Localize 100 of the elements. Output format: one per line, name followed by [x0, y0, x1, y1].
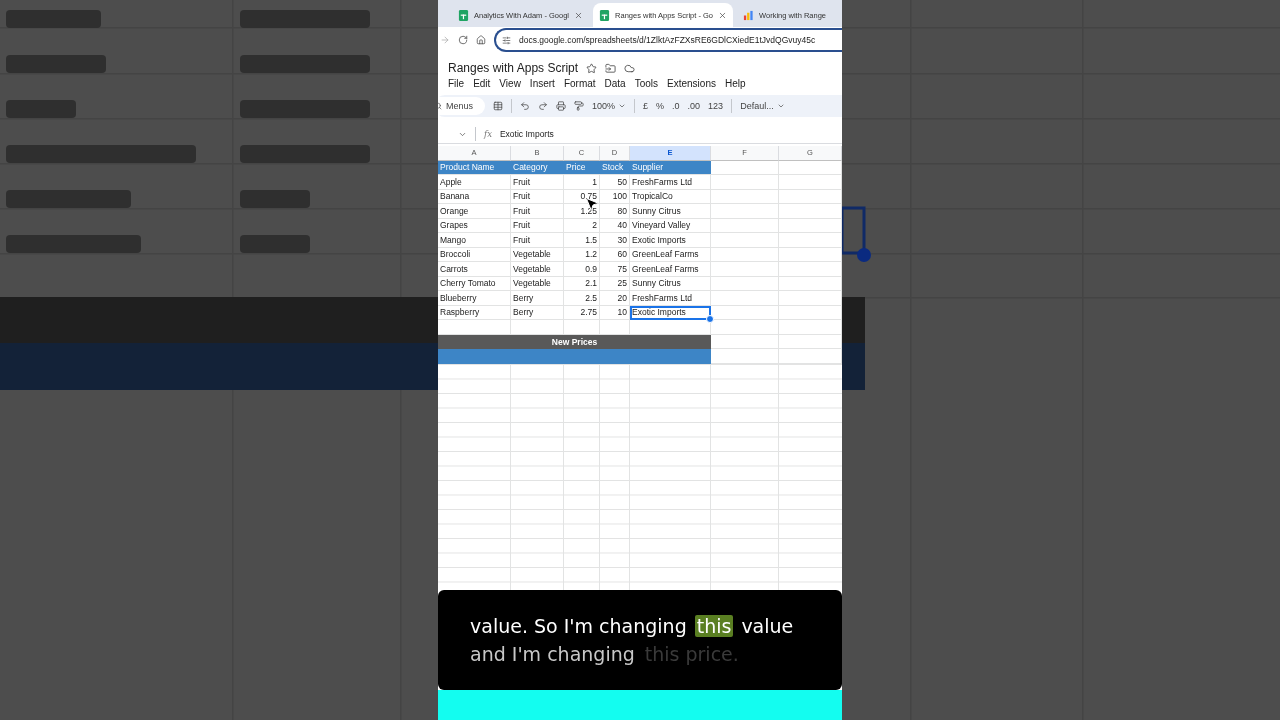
- spreadsheet-icon: [458, 9, 469, 21]
- undo-icon[interactable]: [520, 101, 530, 111]
- table-cell: 50: [600, 175, 630, 190]
- table-cell: Vegetable: [511, 262, 564, 277]
- menu-item[interactable]: Edit: [473, 78, 491, 89]
- search-field[interactable]: Menus: [438, 97, 485, 115]
- empty-cell: [711, 305, 779, 320]
- increase-decimals-button[interactable]: .00: [687, 101, 701, 111]
- table-cell: 30: [600, 233, 630, 248]
- table-cell: Fruit: [511, 189, 564, 204]
- subtitle-text: and I'm changing: [469, 643, 636, 665]
- table-cell: Orange: [438, 204, 511, 219]
- folder-icon[interactable]: [605, 62, 617, 74]
- table-cell: GreenLeaf Farms: [630, 247, 711, 262]
- empty-cell: [711, 175, 779, 190]
- table-cell: GreenLeaf Farms: [630, 262, 711, 277]
- empty-cell: [779, 218, 842, 233]
- address-bar[interactable]: docs.google.com/spreadsheets/d/1ZlktAzFZXsRE6GDlCXiedE1tJvdQGvuy45c: [494, 28, 842, 52]
- table-cell: Mango: [438, 233, 511, 248]
- table-cell: Broccoli: [438, 247, 511, 262]
- percent-button[interactable]: %: [656, 101, 665, 111]
- zoom-select[interactable]: 100%: [592, 101, 627, 111]
- currency-button[interactable]: £: [643, 101, 649, 111]
- table-cell: Apple: [438, 175, 511, 190]
- empty-cell: [564, 320, 600, 335]
- close-icon[interactable]: [718, 10, 727, 20]
- menu-item[interactable]: Tools: [634, 78, 659, 89]
- table-cell: 100: [600, 189, 630, 204]
- table-cell: 80: [600, 204, 630, 219]
- empty-cell: [711, 262, 779, 277]
- home-icon[interactable]: [476, 35, 486, 45]
- menu-item[interactable]: Extensions: [667, 78, 716, 89]
- formula-value[interactable]: Exotic Imports: [499, 129, 554, 139]
- table-cell: Vegetable: [511, 276, 564, 291]
- table-cell: 2.75: [564, 305, 600, 320]
- subtitle-text: value: [740, 615, 795, 637]
- table-cell: Blueberry: [438, 291, 511, 306]
- menu-item[interactable]: Insert: [529, 78, 555, 89]
- decrease-decimals-button[interactable]: .0: [672, 101, 680, 111]
- empty-cell: [779, 247, 842, 262]
- table-cell: Berry: [511, 291, 564, 306]
- table-icon[interactable]: [493, 101, 503, 111]
- table-cell: TropicalCo: [630, 189, 711, 204]
- table-cell: Exotic Imports: [630, 233, 711, 248]
- menu-item[interactable]: View: [499, 78, 521, 89]
- table-cell: Berry: [511, 305, 564, 320]
- menu-item[interactable]: Help: [724, 78, 746, 89]
- function-label: fx: [484, 129, 492, 139]
- table-cell: 2: [564, 218, 600, 233]
- cloud-icon[interactable]: [624, 62, 636, 74]
- table-cell: Fruit: [511, 218, 564, 233]
- caret-icon: [776, 102, 785, 110]
- close-icon[interactable]: [574, 10, 584, 20]
- empty-cell: [711, 233, 779, 248]
- table-cell: 2.1: [564, 276, 600, 291]
- table-cell: Vineyard Valley: [630, 218, 711, 233]
- number-format-button[interactable]: 123: [708, 101, 724, 111]
- empty-cell: [779, 233, 842, 248]
- empty-cell: [711, 320, 779, 335]
- table-cell: Raspberry: [438, 305, 511, 320]
- empty-cell: [711, 189, 779, 204]
- empty-cell: [711, 291, 779, 306]
- font-select[interactable]: Defaul...: [740, 101, 785, 111]
- subtitle-text: this price.: [643, 643, 740, 665]
- reload-icon[interactable]: [458, 35, 468, 45]
- paint-format-icon[interactable]: [574, 101, 584, 111]
- table-cell: Banana: [438, 189, 511, 204]
- table-cell: 40: [600, 218, 630, 233]
- empty-cell: [711, 204, 779, 219]
- star-icon[interactable]: [586, 62, 598, 74]
- table-cell: FreshFarms Ltd: [630, 175, 711, 190]
- table-cell: 10: [600, 305, 630, 320]
- table-cell: Carrots: [438, 262, 511, 277]
- table-cell: Vegetable: [511, 247, 564, 262]
- table-cell: 1.2: [564, 247, 600, 262]
- menu-item[interactable]: File: [448, 78, 465, 89]
- empty-cell: [711, 247, 779, 262]
- empty-cell: [511, 320, 564, 335]
- table-cell: 20: [600, 291, 630, 306]
- table-cell: Sunny Citrus: [630, 276, 711, 291]
- fill-handle[interactable]: [706, 315, 714, 323]
- table-cell: Grapes: [438, 218, 511, 233]
- redo-icon[interactable]: [538, 101, 548, 111]
- empty-cell: [711, 276, 779, 291]
- subtitle-text: value. So I'm changing: [469, 615, 688, 637]
- table-cell: 75: [600, 262, 630, 277]
- caret-icon: [618, 102, 627, 110]
- document-title[interactable]: Ranges with Apps Script: [448, 61, 579, 75]
- table-cell: 0.9: [564, 262, 600, 277]
- table-cell: 2.5: [564, 291, 600, 306]
- table-cell: Sunny Citrus: [630, 204, 711, 219]
- empty-cell: [600, 320, 630, 335]
- empty-cell: [779, 204, 842, 219]
- chart-icon: [743, 9, 754, 21]
- site-settings-icon[interactable]: [502, 35, 511, 45]
- table-cell: Exotic Imports: [630, 305, 711, 320]
- menu-item[interactable]: Data: [604, 78, 626, 89]
- menu-item[interactable]: Format: [563, 78, 596, 89]
- table-cell: Fruit: [511, 204, 564, 219]
- print-icon[interactable]: [556, 101, 566, 111]
